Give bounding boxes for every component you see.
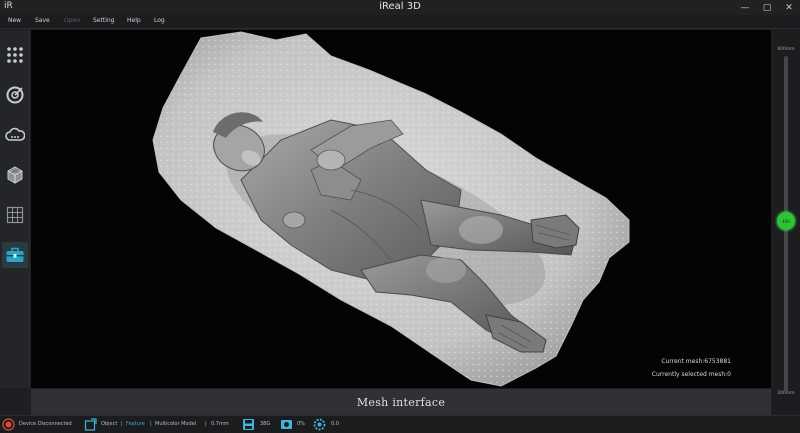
scanned-mesh-model (152, 31, 630, 387)
scan-target-icon (6, 86, 24, 104)
selected-mesh-count: Currently selected mesh:0 (651, 371, 731, 378)
window-title: iReal 3D (379, 1, 421, 12)
tool-grid[interactable] (2, 202, 28, 228)
menu-bar: New Save Open Setting Help Log (0, 15, 800, 29)
grid-dots-icon (7, 47, 23, 63)
menu-setting[interactable]: Setting (93, 17, 114, 24)
separator: | (205, 421, 207, 427)
menu-help[interactable]: Help (127, 17, 141, 24)
current-mesh-count: Current mesh:6753881 (661, 358, 731, 365)
menu-new[interactable]: New (8, 17, 21, 24)
close-button[interactable]: ✕ (778, 0, 800, 15)
settings-value: 0.0 (331, 421, 339, 427)
slider-value-label: 400 (782, 218, 790, 224)
tool-scan[interactable] (2, 82, 28, 108)
cloud-icon (5, 127, 25, 141)
storage-icon (243, 419, 254, 430)
tool-mesh[interactable] (2, 162, 28, 188)
tool-grid-dots[interactable] (2, 42, 28, 68)
depth-slider-thumb[interactable]: 400 (777, 212, 795, 230)
status-bar: Device Disconnected Object | Feature | M… (0, 415, 800, 433)
slider-min-label: 200mm (777, 391, 795, 396)
tool-cloud[interactable] (2, 122, 28, 148)
slider-max-label: 600mm (777, 47, 795, 52)
minimize-button[interactable]: — (734, 0, 756, 15)
cube-mesh-icon (7, 166, 23, 184)
separator: | (121, 421, 123, 427)
device-status: Device Disconnected (19, 421, 72, 427)
memory-icon (281, 420, 292, 429)
object-icon (84, 418, 97, 431)
memory-value: 0% (297, 421, 305, 427)
mesh-interface-bar: Mesh interface (31, 389, 771, 415)
menu-save[interactable]: Save (35, 17, 50, 24)
tool-toolbox[interactable] (2, 242, 28, 268)
depth-slider-panel: 600mm 400 200mm (772, 30, 800, 415)
menu-open: Open (64, 17, 81, 24)
menu-log[interactable]: Log (154, 17, 165, 24)
mesh-viewport[interactable]: Current mesh:6753881 Currently selected … (31, 30, 771, 388)
mode-object[interactable]: Object (101, 421, 117, 427)
maximize-button[interactable]: ▢ (756, 0, 778, 15)
resolution-value: 0.7mm (211, 421, 229, 427)
settings-gear-icon[interactable] (313, 418, 326, 431)
grid-icon (6, 206, 24, 224)
record-icon[interactable] (2, 418, 15, 431)
separator: | (150, 421, 152, 427)
storage-value: 38G (260, 421, 271, 427)
mesh-interface-label: Mesh interface (356, 395, 446, 409)
mode-feature[interactable]: Feature (126, 421, 145, 427)
left-toolbar (0, 30, 30, 388)
toolbox-icon (6, 247, 24, 262)
title-bar: iR iReal 3D — ▢ ✕ (0, 0, 800, 15)
model-type[interactable]: Multicolor Model (155, 421, 196, 427)
